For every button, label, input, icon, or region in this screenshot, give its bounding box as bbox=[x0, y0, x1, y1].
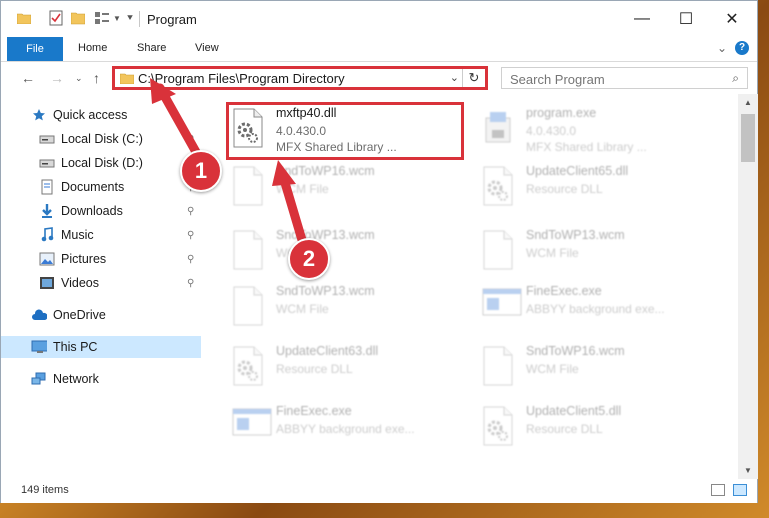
callout-arrows bbox=[150, 78, 307, 245]
arrow-2-head bbox=[272, 160, 296, 186]
arrow-2 bbox=[278, 171, 307, 245]
callout-badge-1: 1 bbox=[180, 150, 222, 192]
callout-badge-2: 2 bbox=[288, 238, 330, 280]
